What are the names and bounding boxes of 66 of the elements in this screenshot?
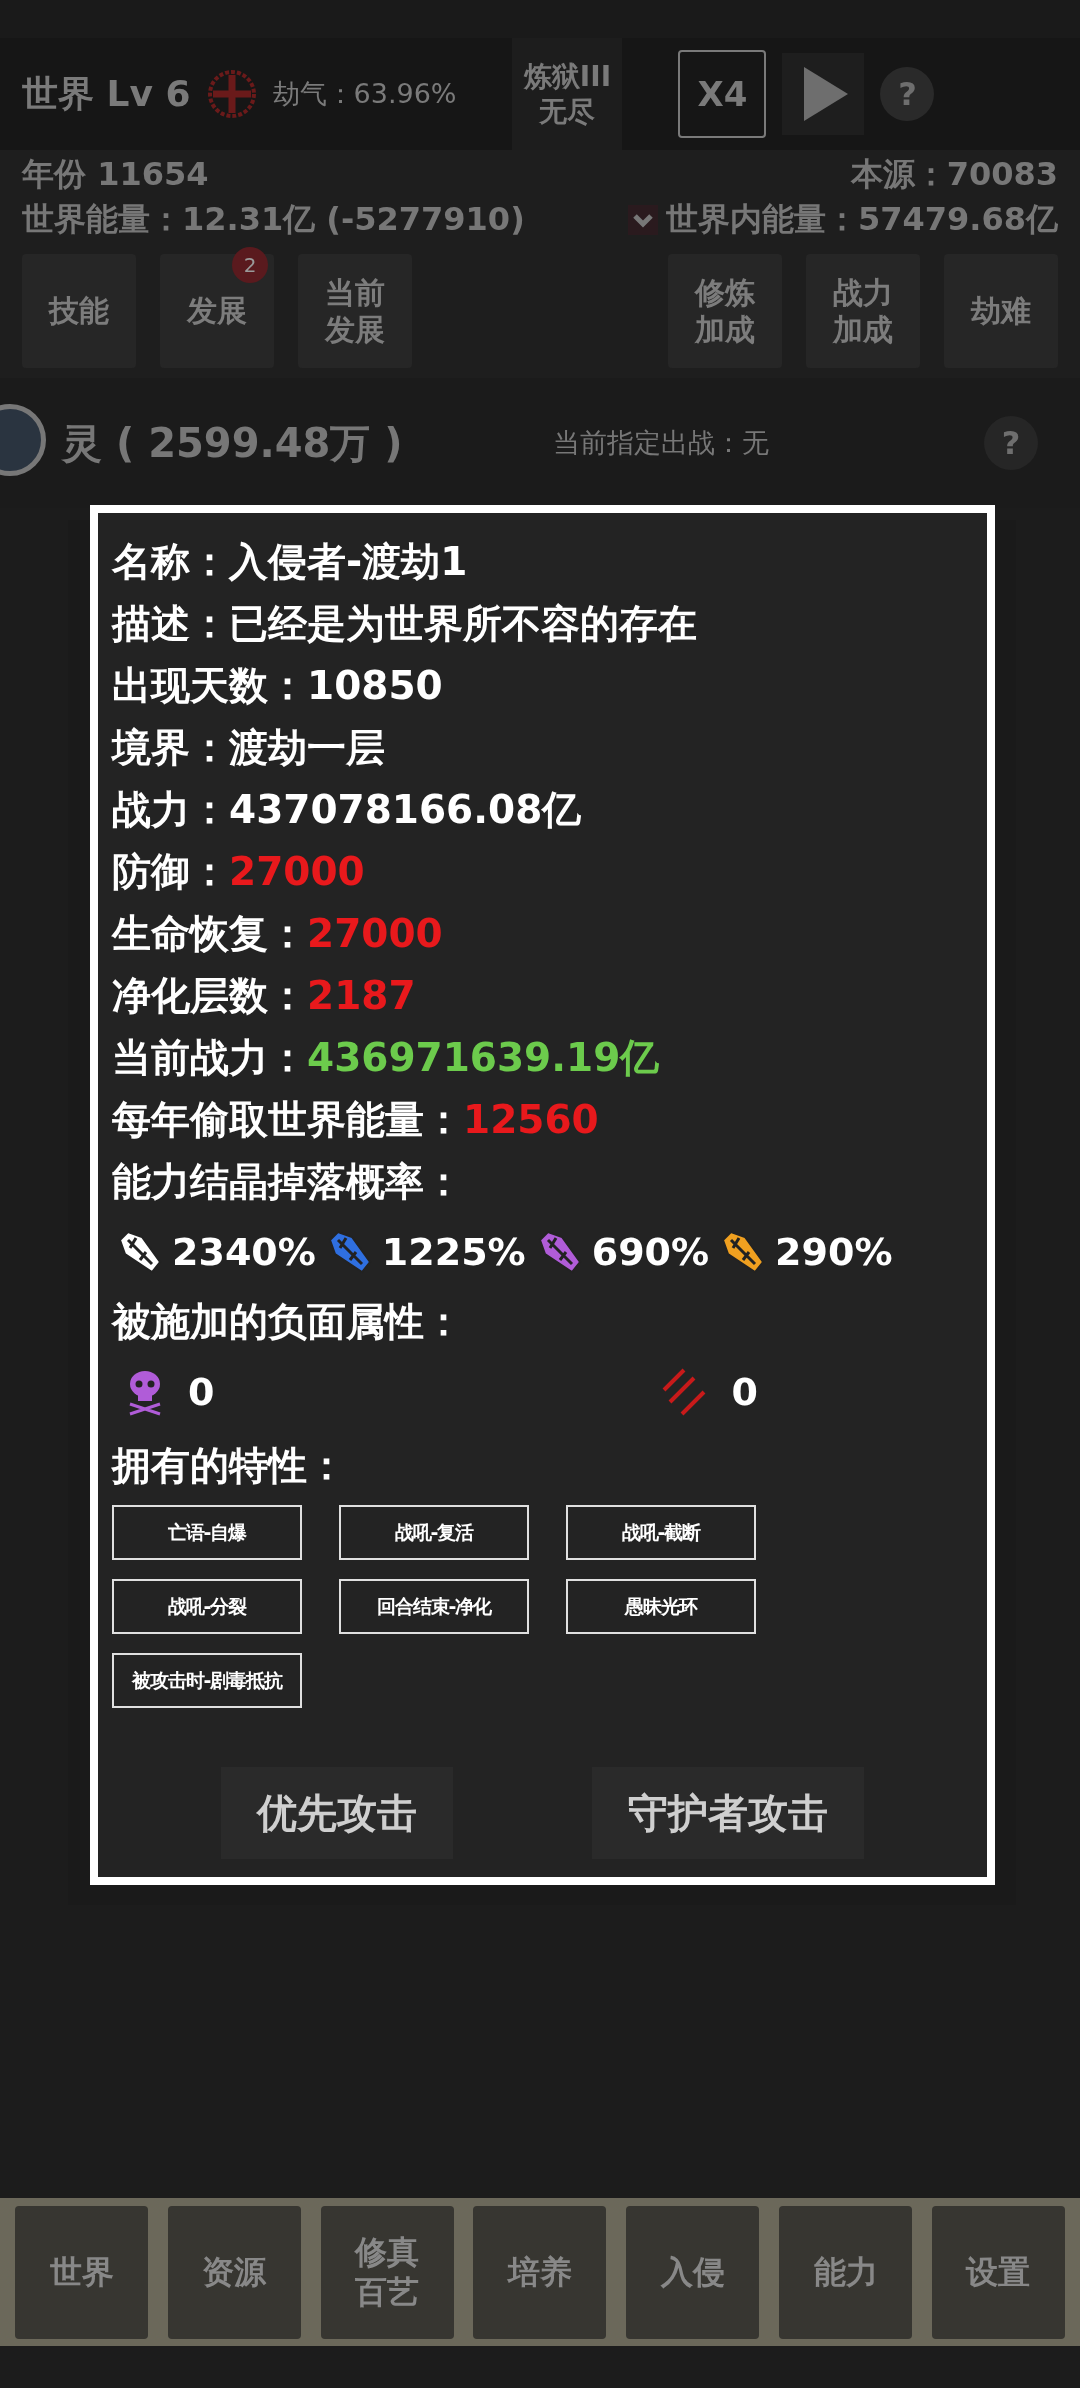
field-label: 战力： — [112, 786, 229, 834]
field-label: 生命恢复： — [112, 910, 307, 958]
trait-title: 拥有的特性： — [112, 1442, 347, 1490]
energy-label: 世界能量：12.31亿 (-5277910) — [22, 199, 525, 240]
attack-button[interactable]: 优先攻击 — [221, 1767, 454, 1859]
field-label: 当前战力： — [112, 1034, 307, 1082]
field-label: 境界： — [112, 724, 229, 772]
trait-button[interactable]: 战吼-截断 — [566, 1505, 756, 1560]
menu-button[interactable]: 当前 发展 — [298, 254, 412, 368]
speed-button[interactable]: X4 — [678, 50, 767, 138]
crosshair-icon — [206, 69, 257, 119]
field-value: 2187 — [307, 972, 416, 1020]
field-label: 防御： — [112, 848, 229, 896]
trait-button[interactable]: 回合结束-净化 — [339, 1579, 529, 1634]
year-label: 年份 11654 — [22, 154, 209, 195]
mode-button[interactable]: 炼狱III 无尽 — [512, 38, 623, 150]
field-value: 10850 — [307, 662, 443, 710]
nav-tab[interactable]: 入侵 — [626, 2205, 760, 2339]
field-value: 437078166.08亿 — [229, 786, 582, 834]
field-value: 已经是为世界所不容的存在 — [229, 600, 697, 648]
nav-tab[interactable]: 能力 — [779, 2205, 913, 2339]
chevron-down-icon[interactable] — [628, 204, 658, 235]
source-label: 本源：70083 — [850, 154, 1058, 195]
debuff-count: 0 — [731, 1368, 758, 1416]
field-label: 净化层数： — [112, 972, 307, 1020]
nav-tab[interactable]: 设置 — [931, 2205, 1065, 2339]
play-icon[interactable] — [782, 53, 865, 135]
drop-rate: 290% — [775, 1228, 893, 1276]
nav-tab[interactable]: 资源 — [167, 2205, 301, 2339]
debuff-title: 被施加的负面属性： — [112, 1298, 464, 1346]
field-value: 27000 — [229, 848, 365, 896]
notification-badge: 2 — [232, 247, 268, 283]
field-label: 描述： — [112, 600, 229, 648]
field-value: 12560 — [463, 1096, 599, 1144]
trait-button[interactable]: 战吼-复活 — [339, 1505, 529, 1560]
nav-tab[interactable]: 培养 — [473, 2205, 607, 2339]
assign-label: 当前指定出战：无 — [552, 425, 769, 460]
inner-energy-label: 世界内能量：57479.68亿 — [666, 199, 1058, 240]
menu-button[interactable]: 技能 — [22, 254, 136, 368]
drop-title: 能力结晶掉落概率： — [112, 1158, 464, 1206]
field-value: 渡劫一层 — [229, 724, 385, 772]
drop-rate: 2340% — [172, 1228, 316, 1276]
attack-button[interactable]: 守护者攻击 — [591, 1767, 864, 1859]
debuff-count: 0 — [188, 1368, 215, 1416]
tribulation-label: 劫气：63.96% — [272, 76, 457, 111]
menu-button[interactable]: 劫难 — [944, 254, 1058, 368]
menu-button[interactable]: 修炼 加成 — [668, 254, 782, 368]
trait-button[interactable]: 战吼-分裂 — [112, 1579, 302, 1634]
help-icon[interactable]: ? — [880, 67, 935, 121]
world-title: 世界 Lv 6 — [22, 72, 191, 116]
field-value: 436971639.19亿 — [307, 1034, 660, 1082]
field-value: 入侵者-渡劫1 — [229, 538, 468, 586]
section-title: 灵 ( 2599.48万 ) — [62, 419, 403, 468]
help-icon[interactable]: ? — [984, 416, 1038, 470]
nav-tab[interactable]: 修真 百艺 — [320, 2205, 454, 2339]
menu-button[interactable]: 战力 加成 — [806, 254, 920, 368]
field-label: 出现天数： — [112, 662, 307, 710]
trait-button[interactable]: 被攻击时-剧毒抵抗 — [112, 1653, 302, 1708]
trait-button[interactable]: 亡语-自爆 — [112, 1505, 302, 1560]
drop-rate: 1225% — [381, 1228, 526, 1276]
trait-button[interactable]: 愚昧光环 — [566, 1579, 756, 1634]
field-label: 名称： — [112, 538, 229, 586]
drop-rate: 690% — [591, 1228, 710, 1276]
nav-tab[interactable]: 世界 — [15, 2205, 148, 2339]
field-label: 每年偷取世界能量： — [112, 1096, 463, 1144]
field-value: 27000 — [307, 910, 443, 958]
